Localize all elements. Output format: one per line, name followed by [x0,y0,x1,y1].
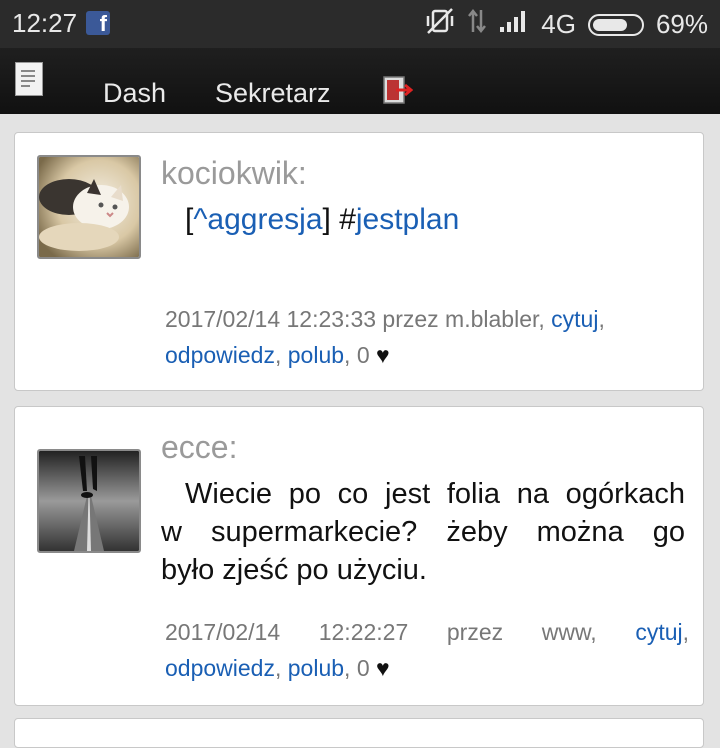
hash-prefix: # [339,203,356,236]
reply-link[interactable]: odpowiedz [165,342,275,368]
meta-line-1: 2017/02/14 12:22:27 przez www, cytuj, [165,614,689,650]
meta-line-2: odpowiedz, polub, 0 ♥ [165,337,689,373]
comma: , [274,655,288,681]
battery-icon [587,13,644,36]
facebook-icon: f [86,11,110,35]
likes-count: 0 [356,655,370,681]
message-line-2: w supermarkecie? żeby można go [161,513,685,551]
quote-link[interactable]: cytuj [551,306,598,332]
message-line-3-text: było zjeść po użyciu. [161,554,427,586]
likes-count: 0 [356,342,370,368]
comma: , [344,655,357,681]
hashtag-link[interactable]: jestplan [356,203,459,236]
post-author: ecce: [161,429,238,465]
battery-percent: 69% [655,9,708,39]
post-card-next [14,718,704,748]
signal-icon [499,9,529,40]
meta-line-2: odpowiedz, polub, 0 ♥ [165,650,689,686]
post-author: kociokwik: [161,155,307,191]
status-time: 12:27 [12,8,78,38]
document-icon[interactable] [15,62,43,96]
reply-link[interactable]: odpowiedz [165,655,275,681]
comma: , [682,619,689,645]
logout-icon[interactable] [383,76,414,104]
like-link[interactable]: polub [288,342,344,368]
avatar[interactable] [37,155,141,259]
app-nav-bar: Dash Sekretarz [0,48,720,114]
post-message: [^aggresja] #jestplan [185,201,459,239]
like-link[interactable]: polub [288,655,344,681]
heart-icon: ♥ [376,655,390,681]
meta-line-1: 2017/02/14 12:23:33 przez m.blabler, cyt… [165,301,689,337]
avatar[interactable] [37,449,141,553]
message-line-1: Wiecie po co jest folia na ogórkach [161,475,685,513]
status-right-group: 4G 69% [425,8,708,41]
quote-link[interactable]: cytuj [635,619,682,645]
network-type: 4G [541,9,576,39]
comma: , [274,342,288,368]
message-line-2-text: w supermarkecie? żeby można go [161,516,685,548]
data-transfer-icon [467,8,487,41]
vibrate-off-icon [425,8,455,41]
bracket-close: ] [322,203,331,236]
nav-sekretarz-link[interactable]: Sekretarz [215,78,331,109]
post-timestamp-author: 2017/02/14 12:23:33 przez m.blabler, [165,306,545,332]
message-line-1-text: Wiecie po co jest folia na ogórkach [185,478,685,510]
post-card: ecce: Wiecie po co jest folia na ogórkac… [14,406,704,706]
heart-icon: ♥ [376,342,390,368]
post-meta: 2017/02/14 12:23:33 przez m.blabler, cyt… [165,301,689,373]
message-line-3: było zjeść po użyciu. [161,551,685,589]
post-message: Wiecie po co jest folia na ogórkach w su… [161,475,685,589]
comma: , [344,342,357,368]
status-bar: 12:27 f 4G 69% [0,0,720,48]
tag-link[interactable]: ^aggresja [193,203,322,236]
post-meta: 2017/02/14 12:22:27 przez www, cytuj, od… [165,614,689,686]
nav-dash-link[interactable]: Dash [103,78,166,109]
comma: , [598,306,605,332]
post-card: kociokwik: [^aggresja] #jestplan 2017/02… [14,132,704,391]
post-timestamp-author: 2017/02/14 12:22:27 przez www, [165,619,597,645]
